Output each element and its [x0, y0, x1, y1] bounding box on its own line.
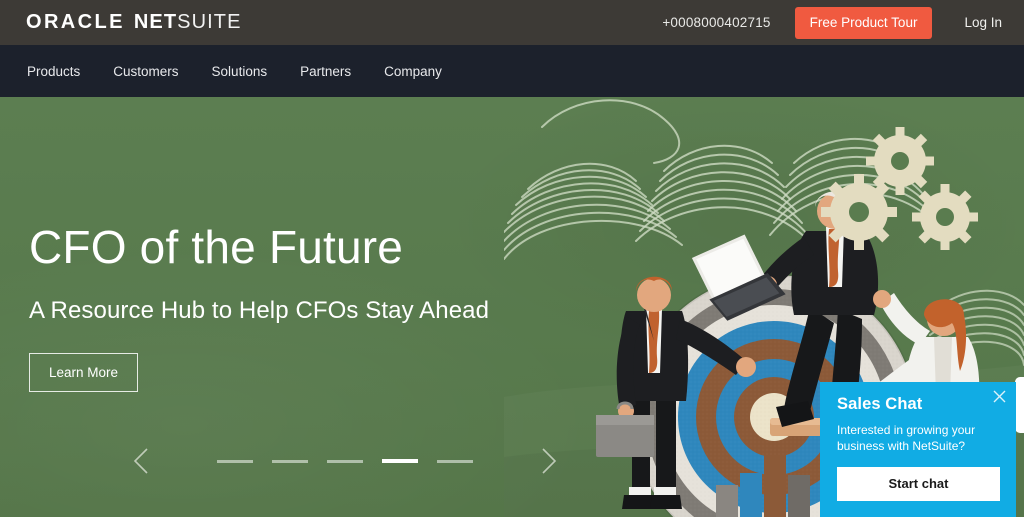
chat-title: Sales Chat: [837, 394, 923, 413]
top-utility-bar: ORACLE NET SUITE +0008000402715 Free Pro…: [0, 0, 1024, 45]
free-product-tour-button[interactable]: Free Product Tour: [794, 6, 933, 39]
nav-item-products[interactable]: Products: [27, 64, 80, 79]
hero-banner: CFO of the Future A Resource Hub to Help…: [0, 97, 1024, 517]
logo-word-oracle: ORACLE: [26, 11, 125, 33]
log-in-link[interactable]: Log In: [964, 15, 1002, 30]
logo-word-suite: SUITE: [177, 11, 242, 33]
chevron-right-icon[interactable]: [531, 444, 565, 478]
close-icon[interactable]: [993, 390, 1006, 403]
chat-message: Interested in growing your business with…: [837, 422, 976, 453]
logo-word-net: NET: [133, 11, 178, 33]
main-navigation-bar: Products Customers Solutions Partners Co…: [0, 45, 1024, 97]
nav-item-list: Products Customers Solutions Partners Co…: [27, 64, 442, 79]
carousel-dot-3[interactable]: [327, 459, 363, 463]
hero-copy-block: CFO of the Future A Resource Hub to Help…: [29, 221, 589, 393]
nav-item-solutions[interactable]: Solutions: [212, 64, 268, 79]
top-utility-actions: +0008000402715 Free Product Tour Log In: [662, 6, 1002, 39]
start-chat-button[interactable]: Start chat: [837, 467, 1000, 501]
learn-more-button[interactable]: Learn More: [29, 353, 139, 393]
carousel-dot-1[interactable]: [217, 459, 253, 463]
oracle-netsuite-logo[interactable]: ORACLE NET SUITE: [26, 11, 242, 34]
carousel-dot-4[interactable]: [382, 459, 418, 463]
nav-item-customers[interactable]: Customers: [113, 64, 178, 79]
chat-launcher-tab[interactable]: [1015, 377, 1024, 433]
hero-carousel-controls: [0, 436, 690, 486]
sales-chat-widget: Sales Chat Interested in growing your bu…: [820, 381, 1016, 517]
hero-title: CFO of the Future: [29, 221, 404, 273]
carousel-dot-list: [217, 459, 473, 463]
netsuite-homepage: ORACLE NET SUITE +0008000402715 Free Pro…: [0, 0, 1024, 517]
phone-number[interactable]: +0008000402715: [662, 15, 770, 30]
nav-item-partners[interactable]: Partners: [300, 64, 351, 79]
carousel-dot-2[interactable]: [272, 459, 308, 463]
carousel-dot-5[interactable]: [437, 459, 473, 463]
chevron-left-icon[interactable]: [125, 444, 159, 478]
hero-subtitle: A Resource Hub to Help CFOs Stay Ahead: [29, 297, 490, 325]
nav-item-company[interactable]: Company: [384, 64, 442, 79]
